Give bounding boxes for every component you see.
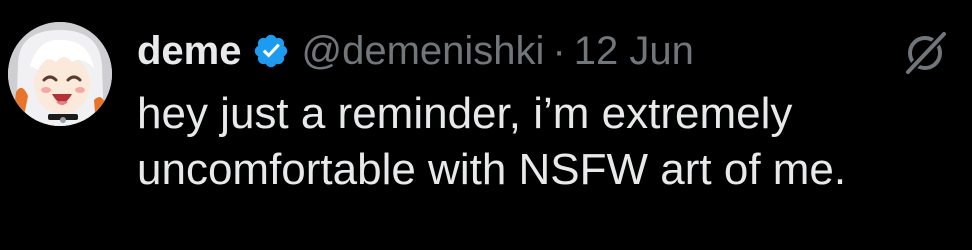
post-text-line: hey just a reminder, i’m extremely (137, 89, 793, 138)
avatar[interactable] (8, 22, 112, 126)
separator-dot: · (552, 28, 566, 73)
author-name[interactable]: deme (137, 29, 242, 74)
post-text: hey just a reminder, i’m extremely uncom… (137, 86, 957, 198)
verified-badge-icon[interactable] (252, 32, 290, 70)
post-text-line: uncomfortable with NSFW art of me. (137, 145, 847, 194)
author-handle[interactable]: @demenishki (302, 29, 545, 74)
post-header: deme @demenishki · 12 Jun (137, 28, 694, 74)
grok-icon[interactable] (900, 28, 950, 78)
post-date[interactable]: 12 Jun (574, 29, 694, 74)
post-card[interactable]: deme @demenishki · 12 Jun hey just a rem… (0, 0, 972, 250)
avatar-image (8, 22, 112, 126)
